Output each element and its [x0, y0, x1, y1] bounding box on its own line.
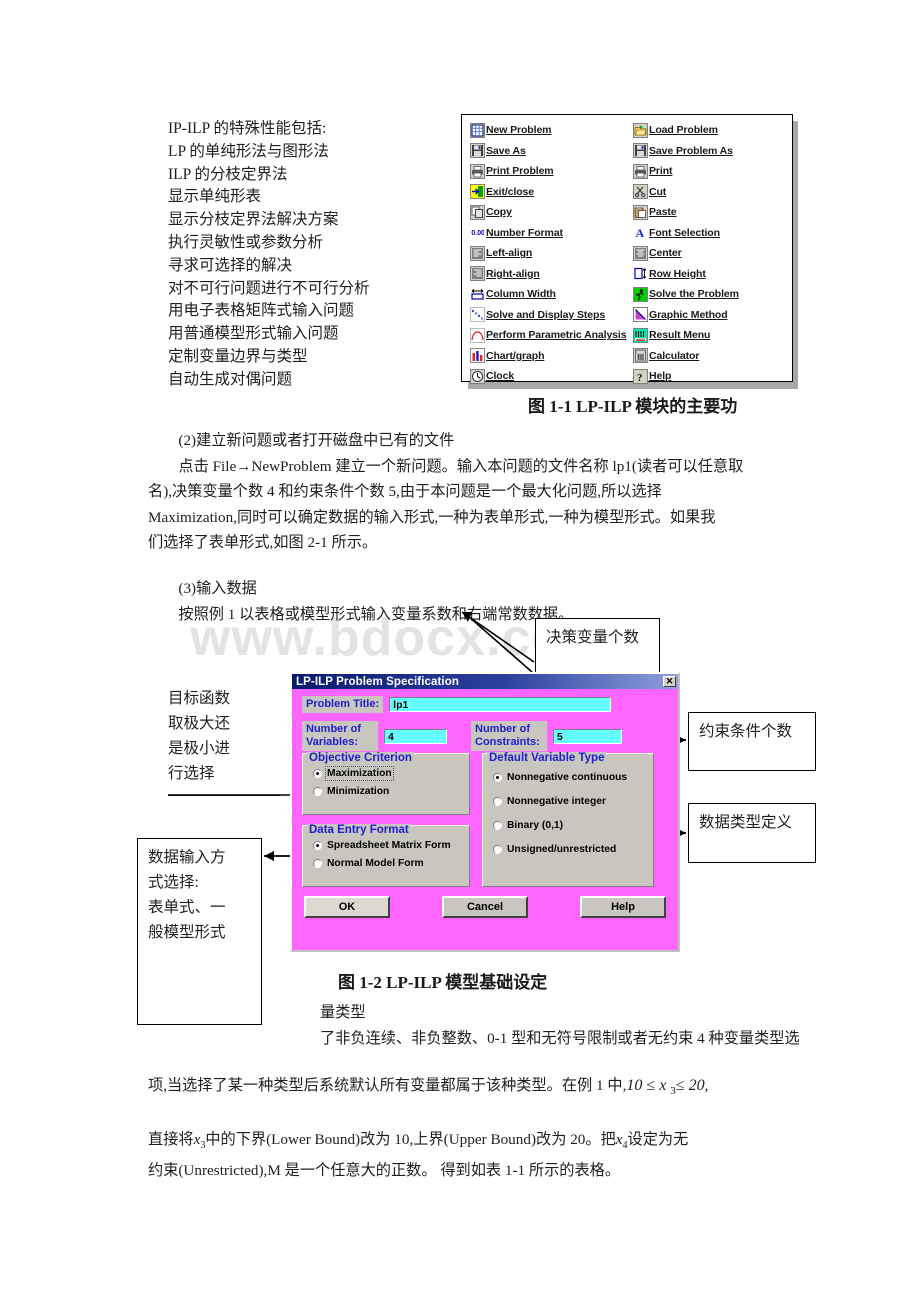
close-icon[interactable]: ✕: [663, 676, 676, 687]
callout-line: 是极小进: [168, 740, 231, 757]
problem-title-row: Problem Title: lp1: [302, 696, 668, 713]
radio-button-icon[interactable]: [493, 821, 502, 830]
document-page: www.bdocx.com IP-ILP 的特殊性能包括: LP 的单纯形法与图…: [0, 0, 920, 1302]
radio-binary[interactable]: Binary (0,1): [493, 820, 647, 831]
callout-number-of-variables: 决策变量个数: [535, 618, 660, 676]
label-line: Number of: [306, 723, 361, 735]
help-button[interactable]: Help: [580, 896, 666, 918]
callout-text: 决策变量个数: [546, 629, 640, 646]
dialog-right-column: Default Variable Type Nonnegative contin…: [482, 752, 654, 887]
dialog-left-column: Objective Criterion Maximization Minimiz…: [302, 752, 470, 887]
radio-normal-model-form[interactable]: Normal Model Form: [313, 858, 463, 869]
radio-label: Nonnegative integer: [507, 796, 606, 807]
default-variable-type-title: Default Variable Type: [487, 752, 607, 764]
dialog-columns: Objective Criterion Maximization Minimiz…: [302, 752, 668, 887]
radio-unsigned-unrestricted[interactable]: Unsigned/unrestricted: [493, 844, 647, 855]
counts-row: Number of Variables: 4 Number of Constra…: [302, 721, 668, 751]
callout-connectors: [168, 611, 686, 861]
radio-button-icon[interactable]: [493, 797, 502, 806]
problem-title-input[interactable]: lp1: [389, 697, 612, 712]
radio-maximization[interactable]: Maximization: [313, 766, 463, 781]
radio-label: Unsigned/unrestricted: [507, 844, 617, 855]
default-variable-type-group: Default Variable Type Nonnegative contin…: [482, 752, 654, 887]
objective-criterion-group: Objective Criterion Maximization Minimiz…: [302, 752, 470, 815]
radio-label: Normal Model Form: [327, 858, 424, 869]
radio-button-icon[interactable]: [313, 787, 322, 796]
callout-line: 取极大还: [168, 715, 231, 732]
number-of-variables-group: Number of Variables: 4: [302, 721, 447, 751]
radio-minimization[interactable]: Minimization: [313, 786, 463, 797]
callout-objective-criterion: 目标函数 取极大还 是极小进 行选择: [168, 686, 276, 796]
dialog-body: Problem Title: lp1 Number of Variables: …: [292, 689, 678, 926]
number-of-constraints-label: Number of Constraints:: [471, 721, 547, 751]
number-of-variables-label: Number of Variables:: [302, 721, 378, 751]
radio-label: Maximization: [325, 766, 394, 781]
label-line: Variables:: [306, 736, 358, 748]
callout-objective-underline: [168, 795, 280, 796]
callout-line: 行选择: [168, 765, 215, 782]
problem-title-label: Problem Title:: [302, 696, 384, 713]
callout-line: 数据输入方: [148, 849, 226, 866]
radio-label: Nonnegative continuous: [507, 772, 628, 783]
callout-line: 式选择:: [148, 874, 199, 891]
number-of-constraints-group: Number of Constraints: 5: [471, 721, 622, 751]
ok-button[interactable]: OK: [304, 896, 390, 918]
callout-number-of-constraints: 约束条件个数: [688, 712, 816, 771]
dialog-button-row: OK Cancel Help: [302, 896, 668, 918]
number-of-variables-input[interactable]: 4: [384, 728, 447, 744]
radio-label: Minimization: [327, 786, 390, 797]
number-of-constraints-input[interactable]: 5: [553, 728, 622, 744]
radio-button-icon[interactable]: [493, 845, 502, 854]
callout-text: 约束条件个数: [699, 723, 793, 740]
cancel-button[interactable]: Cancel: [442, 896, 528, 918]
label-line: Number of: [475, 723, 530, 735]
radio-label: Binary (0,1): [507, 820, 564, 831]
lp-ilp-problem-specification-dialog: LP-ILP Problem Specification ✕ Problem T…: [290, 672, 680, 952]
callout-text: 数据类型定义: [699, 814, 793, 831]
data-entry-format-title: Data Entry Format: [307, 824, 411, 836]
radio-spreadsheet-matrix-form[interactable]: Spreadsheet Matrix Form: [313, 840, 463, 851]
radio-button-icon[interactable]: [313, 859, 322, 868]
radio-label: Spreadsheet Matrix Form: [327, 840, 451, 851]
callout-line: 表单式、一: [148, 899, 226, 916]
radio-button-icon[interactable]: [313, 769, 322, 778]
radio-nonnegative-continuous[interactable]: Nonnegative continuous: [493, 772, 647, 783]
dialog-titlebar[interactable]: LP-ILP Problem Specification ✕: [292, 674, 678, 689]
radio-button-icon[interactable]: [313, 841, 322, 850]
data-entry-format-group: Data Entry Format Spreadsheet Matrix For…: [302, 824, 470, 887]
radio-button-icon[interactable]: [493, 773, 502, 782]
callout-data-entry-format: 数据输入方 式选择: 表单式、一 般模型形式: [137, 838, 262, 1025]
objective-criterion-title: Objective Criterion: [307, 752, 414, 764]
callout-line: 般模型形式: [148, 924, 226, 941]
radio-nonnegative-integer[interactable]: Nonnegative integer: [493, 796, 647, 807]
callout-line: 目标函数: [168, 690, 231, 707]
label-line: Constraints:: [475, 736, 540, 748]
callout-data-type-definition: 数据类型定义: [688, 803, 816, 863]
dialog-title: LP-ILP Problem Specification: [296, 675, 459, 688]
